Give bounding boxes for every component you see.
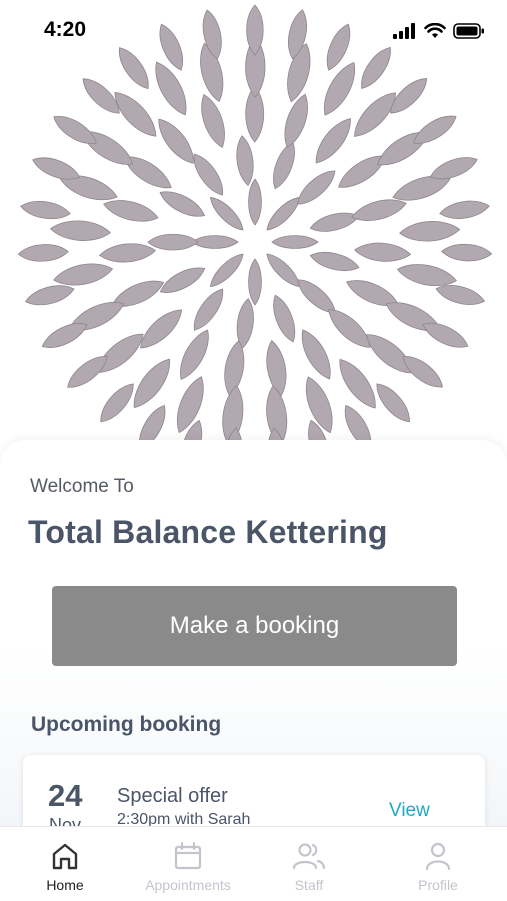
flower-petal [376, 383, 410, 423]
flower-petal [100, 383, 134, 423]
flower-petal [323, 62, 356, 116]
booking-day: 24 [48, 778, 83, 813]
flower-petal [354, 242, 412, 262]
wifi-icon [424, 23, 446, 38]
flower-petal [140, 309, 183, 349]
flower-petal [297, 170, 336, 205]
flower-petal [25, 285, 75, 306]
flower-petal [248, 258, 262, 306]
flower-petal [309, 212, 360, 232]
flower-petal [271, 235, 319, 249]
business-name-title: Total Balance Kettering [28, 514, 388, 550]
tab-home-label: Home [46, 877, 84, 893]
flower-petal [399, 221, 461, 242]
flower-petal [193, 288, 224, 331]
cellular-signal-icon [393, 23, 415, 39]
flower-petal [103, 200, 159, 222]
flower-petal [266, 253, 301, 288]
flower-petal [155, 61, 187, 116]
flower-petal [439, 200, 490, 219]
flower-petal [133, 358, 170, 409]
flower-petal [273, 294, 295, 343]
flower-petal [53, 263, 114, 286]
flower-petal [180, 329, 209, 380]
flower-petal [147, 233, 199, 251]
flower-petal [236, 135, 254, 187]
flower-petal [98, 243, 157, 263]
user-icon [425, 842, 451, 871]
flower-petal [159, 191, 206, 217]
flower-petal [315, 118, 351, 164]
flower-petal [266, 196, 301, 231]
hero-flower-image [0, 0, 507, 470]
users-icon [292, 843, 326, 870]
flower-petal [339, 358, 376, 409]
flower-petal [354, 92, 396, 137]
welcome-subtitle: Welcome To [30, 476, 134, 497]
flower-petal [209, 196, 244, 231]
flower-petal [441, 243, 493, 262]
flower-petal [309, 252, 360, 271]
battery-icon [453, 23, 484, 39]
flower-petal [17, 244, 69, 262]
flower-petal [193, 153, 223, 196]
tab-home[interactable]: Home [5, 841, 125, 893]
flower-petal [49, 220, 111, 241]
flower-petal [248, 178, 262, 226]
make-booking-button[interactable]: Make a booking [52, 586, 457, 666]
flower-petal [176, 376, 204, 434]
status-bar: 4:20 [0, 0, 507, 60]
flower-petal [328, 309, 371, 348]
booking-title: Special offer [117, 785, 228, 807]
flower-petal [209, 253, 244, 288]
flower-petal [201, 93, 225, 149]
tab-staff[interactable]: Staff [249, 841, 369, 893]
home-icon [52, 843, 78, 870]
calendar-icon [174, 841, 202, 870]
flower-petal [158, 118, 194, 164]
flower-petal [159, 267, 206, 293]
upcoming-booking-heading: Upcoming booking [31, 713, 222, 736]
flower-petal [20, 200, 71, 220]
tab-staff-label: Staff [294, 877, 324, 893]
status-time: 4:20 [44, 18, 87, 41]
tab-appointments-label: Appointments [145, 877, 231, 893]
flower-illustration [17, 4, 493, 470]
tab-profile[interactable]: Profile [378, 841, 498, 893]
flower-petal [191, 235, 239, 249]
flower-petal [305, 376, 333, 434]
flower-petal [366, 334, 414, 374]
flower-petal [273, 141, 295, 190]
tab-appointments[interactable]: Appointments [128, 841, 248, 893]
view-booking-link[interactable]: View [389, 800, 430, 822]
flower-petal [266, 339, 287, 397]
flower-petal [301, 329, 331, 380]
bottom-tab-bar: Home Appointments Staff Profile [0, 826, 507, 901]
flower-petal [284, 93, 308, 148]
flower-petal [114, 91, 157, 137]
tab-profile-label: Profile [418, 877, 458, 893]
